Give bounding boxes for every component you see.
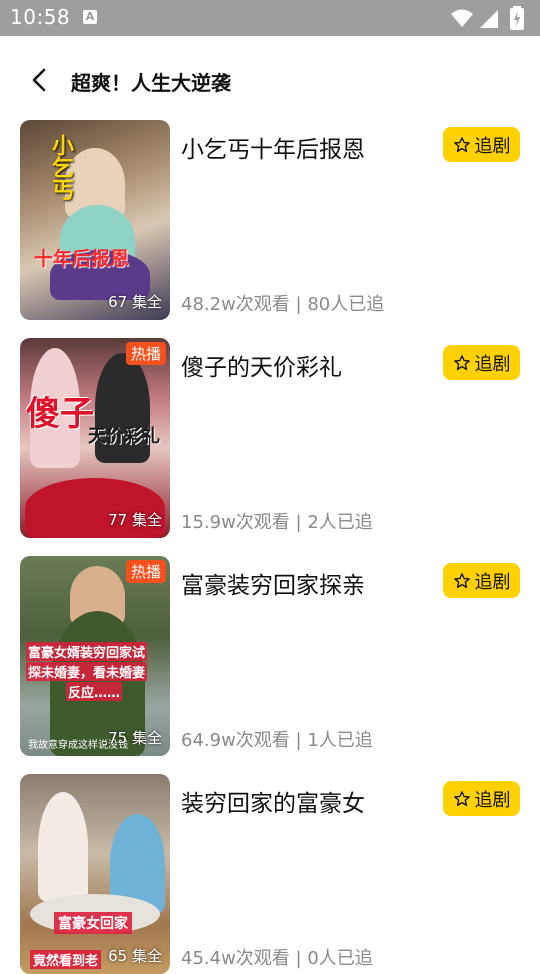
drama-title[interactable]: 装穷回家的富豪女: [181, 784, 365, 818]
drama-thumbnail[interactable]: 热播 傻子 天价彩礼 77 集全: [20, 338, 170, 538]
follower-count: 80人已追: [307, 294, 385, 315]
star-outline-icon: [453, 572, 470, 588]
follow-label: 追剧: [474, 353, 511, 375]
follower-count: 0人已追: [307, 948, 373, 969]
stats-separator: |: [289, 294, 308, 315]
signal-icon: [480, 10, 498, 28]
list-item[interactable]: 热播 傻子 天价彩礼 77 集全 傻子的天价彩礼 追剧 15.9w次观看 | 2…: [0, 338, 540, 538]
drama-stats: 45.4w次观看 | 0人已追: [181, 944, 373, 970]
drama-thumbnail[interactable]: 小乞丐 十年后报恩 67 集全: [20, 120, 170, 320]
star-outline-icon: [453, 354, 470, 370]
page-title: 超爽！人生大逆袭: [71, 71, 231, 95]
battery-icon: [510, 6, 524, 30]
drama-title[interactable]: 傻子的天价彩礼: [181, 348, 342, 382]
list-item[interactable]: 小乞丐 十年后报恩 67 集全 小乞丐十年后报恩 追剧 48.2w次观看 | 8…: [0, 120, 540, 320]
drama-stats: 64.9w次观看 | 1人已追: [181, 726, 373, 752]
status-icons: [450, 6, 530, 30]
drama-stats: 48.2w次观看 | 80人已追: [181, 290, 384, 316]
thumbnail-caption: 反应……: [66, 682, 123, 701]
episode-count: 67 集全: [108, 293, 162, 311]
back-button[interactable]: [22, 62, 58, 98]
character-figure: [38, 792, 88, 902]
follow-button[interactable]: 追剧: [443, 563, 520, 598]
header: 超爽！人生大逆袭: [0, 36, 540, 120]
drama-thumbnail[interactable]: 富豪女回家 竟然看到老 65 集全: [20, 774, 170, 974]
list-item[interactable]: 热播 富豪女婿装穷回家试 探未婚妻，看未婚妻 反应…… 我故意穿成这样说没钱 7…: [0, 556, 540, 756]
drama-thumbnail[interactable]: 热播 富豪女婿装穷回家试 探未婚妻，看未婚妻 反应…… 我故意穿成这样说没钱 7…: [20, 556, 170, 756]
follow-button[interactable]: 追剧: [443, 127, 520, 162]
status-bar: 10:58 A: [0, 0, 540, 36]
thumbnail-caption: 十年后报恩: [34, 248, 130, 270]
thumbnail-caption: 探未婚妻，看未婚妻: [26, 662, 148, 681]
follow-label: 追剧: [474, 571, 511, 593]
list-item[interactable]: 富豪女回家 竟然看到老 65 集全 装穷回家的富豪女 追剧 45.4w次观看 |…: [0, 774, 540, 974]
chevron-left-icon: [32, 68, 46, 92]
star-outline-icon: [453, 136, 470, 152]
hot-badge: 热播: [125, 560, 166, 583]
stats-separator: |: [289, 512, 308, 533]
view-count: 64.9w次观看: [181, 730, 290, 751]
view-count: 45.4w次观看: [181, 948, 290, 969]
status-time: 10:58: [10, 5, 71, 29]
thumbnail-caption: 傻子: [26, 394, 94, 434]
follow-button[interactable]: 追剧: [443, 345, 520, 380]
view-count: 48.2w次观看: [181, 294, 290, 315]
drama-stats: 15.9w次观看 | 2人已追: [181, 508, 373, 534]
episode-count: 75 集全: [108, 729, 162, 747]
stats-separator: |: [289, 730, 308, 751]
wifi-icon: [451, 9, 473, 27]
follow-button[interactable]: 追剧: [443, 781, 520, 816]
follow-label: 追剧: [474, 789, 511, 811]
drama-title[interactable]: 小乞丐十年后报恩: [181, 130, 365, 164]
view-count: 15.9w次观看: [181, 512, 290, 533]
thumbnail-caption: 小乞丐: [48, 134, 73, 200]
stats-separator: |: [289, 948, 308, 969]
hot-badge: 热播: [125, 342, 166, 365]
thumbnail-caption: 富豪女回家: [54, 912, 132, 934]
drama-title[interactable]: 富豪装穷回家探亲: [181, 566, 365, 600]
episode-count: 65 集全: [108, 947, 162, 965]
notification-a-icon: A: [83, 10, 97, 24]
episode-count: 77 集全: [108, 511, 162, 529]
star-outline-icon: [453, 790, 470, 806]
follow-label: 追剧: [474, 135, 511, 157]
thumbnail-caption: 富豪女婿装穷回家试: [26, 642, 148, 661]
follower-count: 1人已追: [307, 730, 373, 751]
follower-count: 2人已追: [307, 512, 373, 533]
thumbnail-caption: 天价彩礼: [88, 426, 160, 447]
